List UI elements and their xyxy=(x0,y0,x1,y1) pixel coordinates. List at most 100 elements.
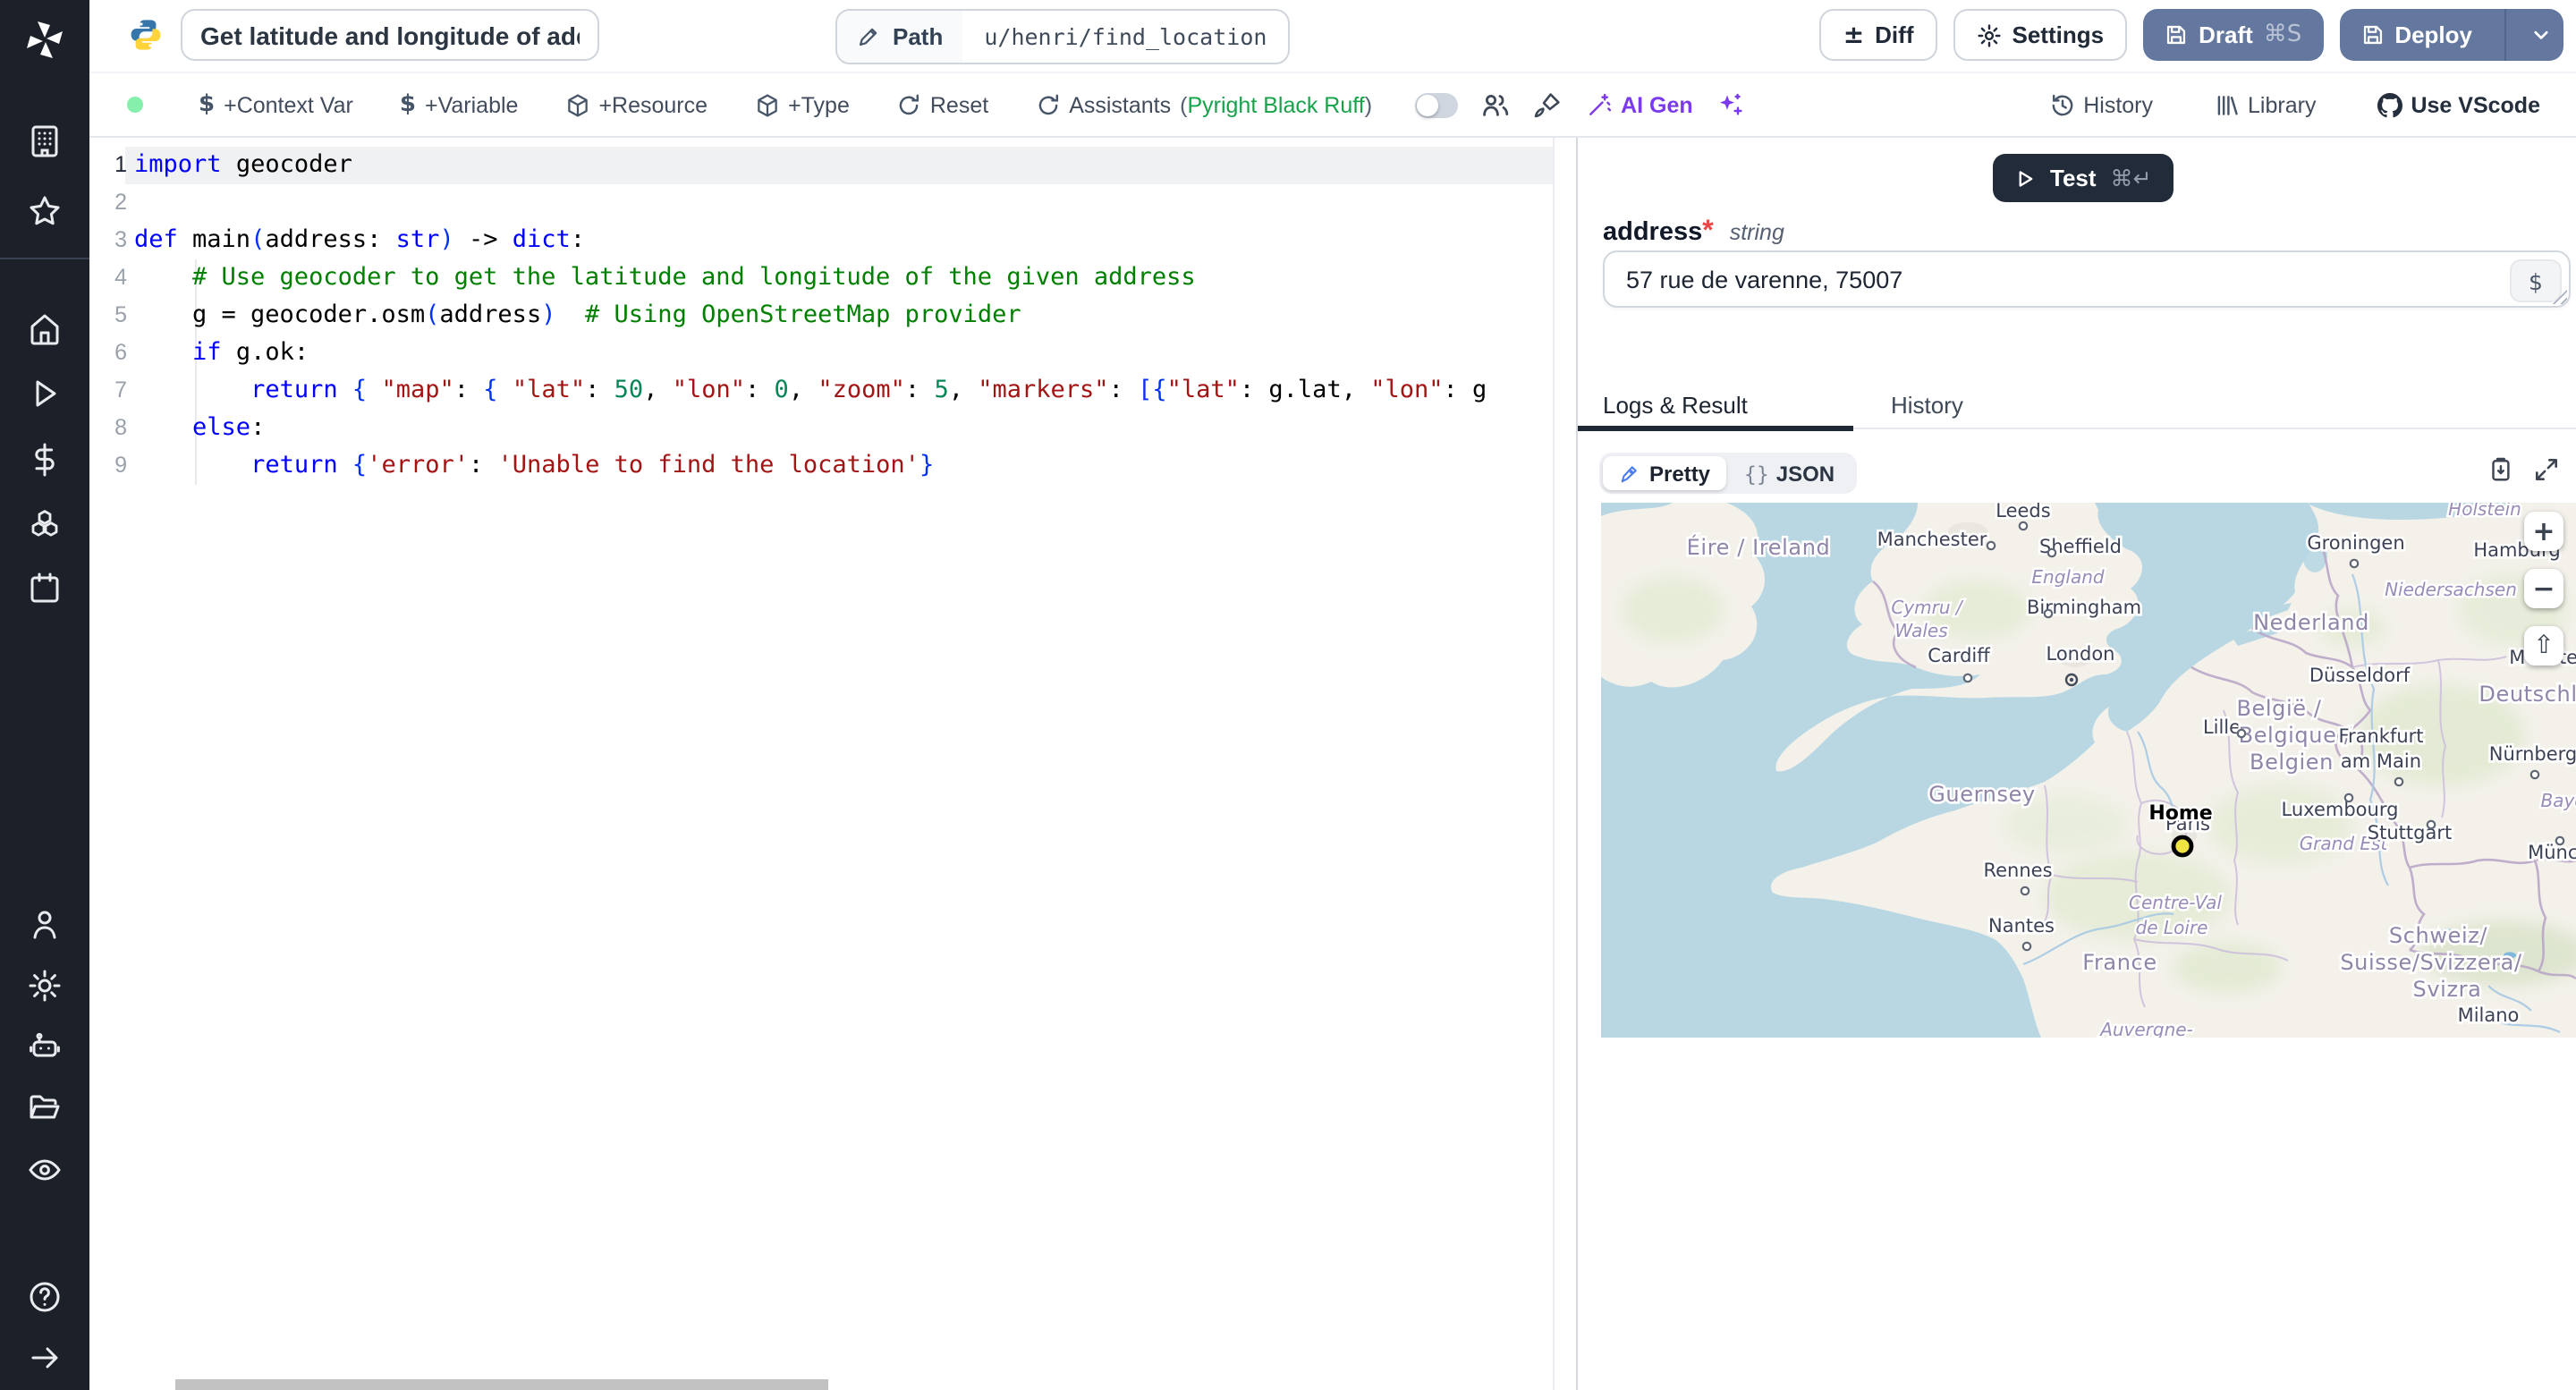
library-button[interactable]: Library xyxy=(2214,92,2316,117)
users-icon xyxy=(1481,90,1510,119)
add-context-var-button[interactable]: $ +Context Var xyxy=(199,91,353,118)
test-button[interactable]: Test ⌘↵ xyxy=(1993,154,2174,202)
tab-logs-result[interactable]: Logs & Result xyxy=(1603,392,1748,419)
argument-label: address* string xyxy=(1603,216,1784,247)
map-label: Wales xyxy=(1894,620,1947,641)
map-label: Belgique / xyxy=(2239,723,2352,748)
deploy-button[interactable]: Deploy xyxy=(2339,9,2563,61)
editor-toolbar: $ +Context Var $ +Variable +Resource +Ty… xyxy=(89,73,2576,138)
map-marker[interactable] xyxy=(2171,835,2194,858)
code-line[interactable]: 8 else: xyxy=(89,410,1553,447)
result-view-switch: Pretty {} JSON xyxy=(1599,453,1857,494)
map-label: Auvergne- xyxy=(2098,1019,2193,1038)
script-summary-input[interactable] xyxy=(181,9,599,61)
user-icon[interactable] xyxy=(27,907,63,943)
diff-button[interactable]: ± Diff xyxy=(1819,9,1937,61)
map-city-dot xyxy=(2555,835,2565,846)
home-icon[interactable] xyxy=(27,311,63,347)
library-ic xyxy=(2214,92,2239,117)
assistants-button[interactable]: Assistants (Pyright Black Ruff) xyxy=(1035,92,1372,117)
map-label: am Main xyxy=(2341,750,2421,772)
expand-result-icon[interactable] xyxy=(2533,456,2560,483)
wand-icon xyxy=(1587,92,1612,117)
brush-icon[interactable] xyxy=(1533,90,1562,119)
use-vscode-button[interactable]: Use VScode xyxy=(2377,92,2540,117)
horizontal-scrollbar[interactable] xyxy=(175,1379,828,1390)
tab-history[interactable]: History xyxy=(1891,392,1963,419)
required-asterisk: * xyxy=(1702,216,1714,247)
add-resource-button[interactable]: +Resource xyxy=(564,92,708,117)
deploy-dropdown-button[interactable] xyxy=(2517,9,2563,61)
reset-button[interactable]: Reset xyxy=(896,92,988,117)
address-input[interactable] xyxy=(1603,250,2571,308)
map-label: Centre-Val xyxy=(2129,892,2222,913)
map-zoom-in-button[interactable]: + xyxy=(2524,512,2563,551)
windmill-script-editor: Path u/henri/find_location ± Diff Settin… xyxy=(0,0,2576,1390)
map-label: Nantes xyxy=(1988,915,2055,937)
multiplayer-toggle[interactable] xyxy=(1415,92,1459,117)
draft-button[interactable]: Draft ⌘S xyxy=(2143,9,2324,61)
map-city-dot xyxy=(2018,521,2029,531)
code-line[interactable]: 9 return {'error': 'Unable to find the l… xyxy=(89,447,1553,485)
map-label: Belgien xyxy=(2250,750,2334,775)
folders-icon[interactable] xyxy=(27,1089,63,1125)
map-label: Cardiff xyxy=(1928,645,1990,666)
add-type-button[interactable]: +Type xyxy=(754,92,850,117)
settings-button[interactable]: Settings xyxy=(1953,9,2128,61)
code-editor[interactable]: 1 import geocoder 2 3 def main(address: str)… xyxy=(89,138,1553,1390)
sidebar-divider xyxy=(0,258,89,259)
json-toggle[interactable]: {} JSON xyxy=(1726,461,1852,486)
schedules-calendar-icon[interactable] xyxy=(27,571,63,606)
result-map[interactable]: Leeds Éire / Ireland Manchester Sheffield En… xyxy=(1601,503,2576,1038)
copy-result-icon[interactable] xyxy=(2487,456,2513,483)
map-label: Niedersachsen xyxy=(2385,579,2517,600)
map-recenter-button[interactable]: ⇧ xyxy=(2524,626,2563,665)
map-label: Düsseldorf xyxy=(2309,665,2411,686)
code-line[interactable]: 6 if g.ok: xyxy=(89,335,1553,372)
map-label: Milano xyxy=(2458,1004,2520,1026)
code-line[interactable]: 1 import geocoder xyxy=(89,147,1553,184)
editor-edge-line xyxy=(1553,138,1555,1390)
map-label: Rennes xyxy=(1983,860,2052,881)
pretty-toggle[interactable]: Pretty xyxy=(1603,456,1727,490)
map-city-dot xyxy=(2426,819,2436,830)
resize-handle[interactable] xyxy=(2551,288,2567,304)
map-zoom-out-button[interactable]: − xyxy=(2524,569,2563,608)
workers-bot-icon[interactable] xyxy=(27,1029,63,1064)
test-shortcut: ⌘↵ xyxy=(2110,165,2152,191)
path-box[interactable]: Path u/henri/find_location xyxy=(835,9,1291,64)
map-label: Svizra xyxy=(2413,977,2482,1002)
package-icon xyxy=(754,92,779,117)
preview-panel: Test ⌘↵ address* string $ Logs & Result … xyxy=(1578,138,2576,1390)
variables-dollar-icon[interactable] xyxy=(27,442,63,478)
ai-gen-button[interactable]: AI Gen xyxy=(1587,92,1693,117)
code-line[interactable]: 5 g = geocoder.osm(address) # Using Open… xyxy=(89,297,1553,335)
map-label: Nürnberg xyxy=(2489,743,2576,765)
map-label: Cymru / xyxy=(1891,597,1964,618)
history-button[interactable]: History xyxy=(2049,92,2153,117)
sparkles-icon[interactable] xyxy=(1716,90,1745,119)
code-line[interactable]: 7 return { "map": { "lat": 50, "lon": 0,… xyxy=(89,372,1553,410)
map-label: Lille xyxy=(2203,716,2241,738)
workspace-building-icon[interactable] xyxy=(27,123,63,159)
gear-icon xyxy=(1977,22,2002,47)
code-line[interactable]: 3 def main(address: str) -> dict: xyxy=(89,222,1553,259)
add-variable-button[interactable]: $ +Variable xyxy=(400,91,519,118)
resources-boxes-icon[interactable] xyxy=(27,508,63,544)
settings-gear-icon[interactable] xyxy=(27,968,63,1004)
windmill-logo-icon[interactable] xyxy=(23,18,66,61)
map-label: Suisse/Svizzera/ xyxy=(2340,950,2522,975)
help-circle-icon[interactable] xyxy=(27,1279,63,1315)
collapse-arrow-right-icon[interactable] xyxy=(27,1340,63,1376)
code-line[interactable]: 4 # Use geocoder to get the latitude and… xyxy=(89,259,1553,297)
runs-play-icon[interactable] xyxy=(27,376,63,411)
code-lines: 1 import geocoder 2 3 def main(address: str)… xyxy=(89,147,1553,485)
audit-eye-icon[interactable] xyxy=(27,1152,63,1188)
code-line[interactable]: 2 xyxy=(89,184,1553,222)
favorites-star-icon[interactable] xyxy=(27,193,63,229)
diff-icon: ± xyxy=(1843,21,1865,49)
map-label: England xyxy=(2031,566,2104,588)
pencil-icon xyxy=(857,25,880,48)
assistants-status: Pyright Black Ruff xyxy=(1187,92,1365,117)
map-label: Luxembourg xyxy=(2282,799,2399,820)
